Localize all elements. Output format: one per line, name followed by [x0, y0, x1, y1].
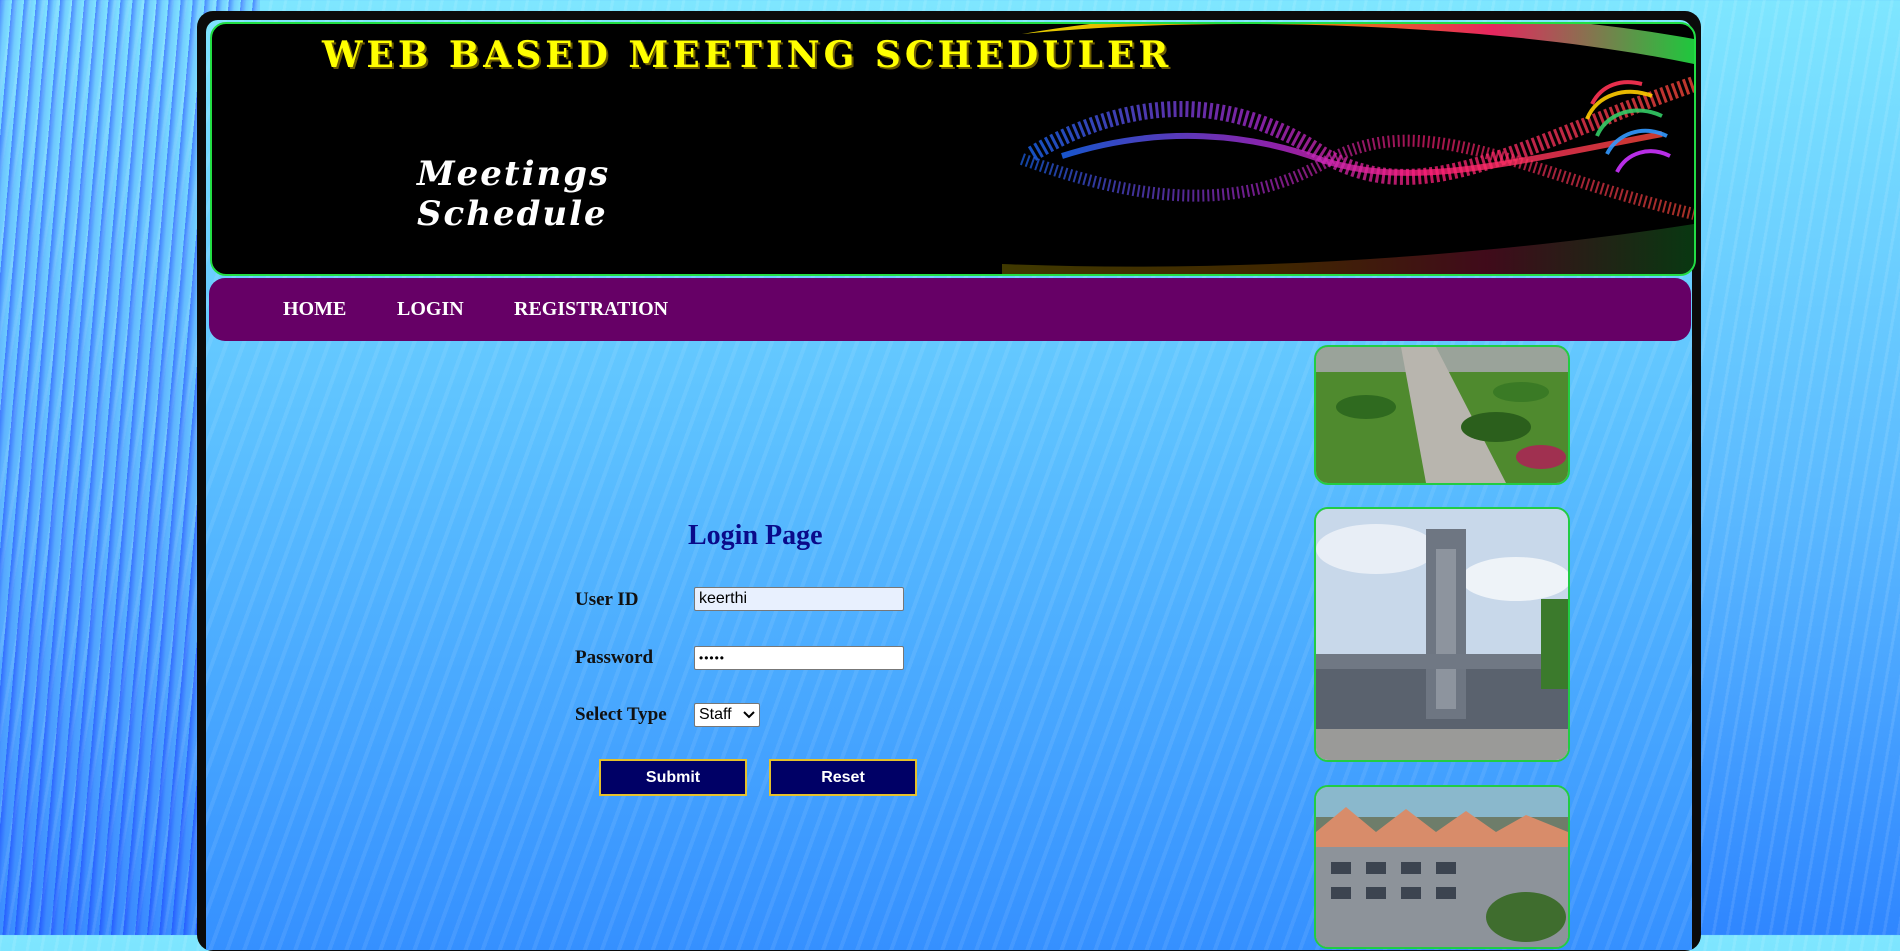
password-input[interactable]: ••••• — [694, 646, 904, 670]
nav-item-registration[interactable]: REGISTRATION — [514, 298, 668, 321]
banner-subtitle: Meetings Schedule — [417, 154, 647, 234]
campus-garden-image — [1314, 345, 1570, 485]
user-type-selected-value: Staff — [699, 706, 732, 723]
user-type-select[interactable]: Staff — [694, 703, 760, 727]
login-page-title: Login Page — [688, 520, 823, 551]
chevron-down-icon — [743, 711, 755, 719]
nav-bar: HOME LOGIN REGISTRATION — [209, 278, 1691, 341]
nav-item-home[interactable]: HOME — [283, 298, 346, 321]
campus-building-image — [1314, 785, 1570, 949]
password-label: Password — [575, 647, 654, 668]
banner-subtitle-line1: Meetings — [417, 154, 611, 194]
header-banner: WEB BASED MEETING SCHEDULER Meetings Sch… — [210, 22, 1696, 276]
submit-button[interactable]: Submit — [599, 759, 747, 796]
banner-wave-art — [1002, 24, 1694, 274]
banner-subtitle-line2: Schedule — [417, 194, 608, 234]
user-id-label: User ID — [575, 589, 639, 610]
campus-tower-image — [1314, 507, 1570, 762]
user-id-input[interactable]: keerthi — [694, 587, 904, 611]
select-type-label: Select Type — [575, 704, 667, 725]
reset-button[interactable]: Reset — [769, 759, 917, 796]
nav-item-login[interactable]: LOGIN — [397, 298, 464, 321]
